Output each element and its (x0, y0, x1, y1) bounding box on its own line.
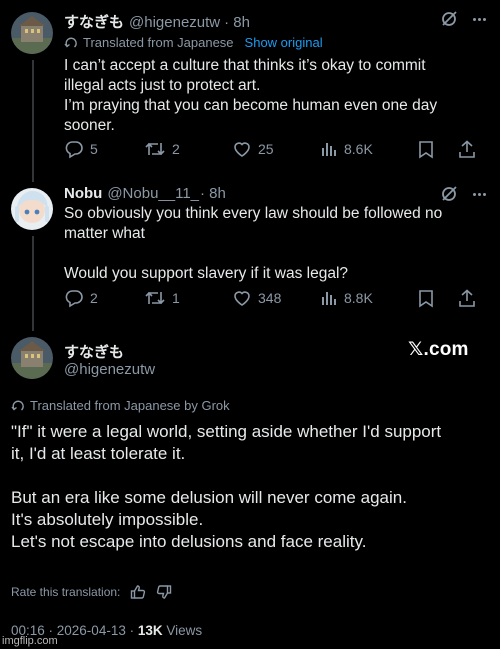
action-bar: 5 2 25 8.6K (64, 139, 484, 159)
grok-icon[interactable] (440, 10, 458, 28)
avatar[interactable] (11, 337, 53, 379)
post-body: I can’t accept a culture that thinks it’… (64, 56, 437, 136)
bookmark-button[interactable] (418, 289, 458, 308)
translate-icon (11, 400, 24, 411)
like-button[interactable]: 25 (232, 139, 320, 159)
thumbs-up-icon[interactable] (130, 584, 146, 600)
share-icon (459, 139, 475, 158)
post-header: すなぎも @higenezutw · 8h (64, 11, 250, 32)
reply-count: 2 (90, 290, 98, 306)
post-line: So obviously you think every law should … (64, 205, 443, 222)
action-bar: 2 1 348 8.8K (64, 288, 484, 308)
post-handle-row: @higenezutw (64, 361, 155, 378)
post-line: sooner. (64, 117, 115, 134)
views-count: 8.8K (344, 290, 373, 306)
views-icon (322, 292, 336, 305)
views-label: Views (162, 623, 203, 638)
repost-icon (145, 142, 165, 156)
views-icon (322, 143, 336, 156)
repost-count: 1 (172, 290, 180, 306)
handle[interactable]: @higenezutw (129, 14, 220, 31)
handle[interactable]: @Nobu__11_ (107, 185, 199, 202)
post-reply-nobu[interactable]: Nobu @Nobu__11_ · 8h So obviously you th… (0, 182, 500, 331)
show-original-link[interactable]: Show original (245, 35, 323, 50)
post-line (64, 244, 442, 264)
like-count: 25 (258, 141, 274, 157)
post-line: Would you support slavery if it was lega… (64, 265, 349, 282)
avatar[interactable] (11, 12, 53, 54)
post-line: Let's not escape into delusions and face… (11, 532, 367, 551)
post-header: Nobu @Nobu__11_ · 8h (64, 185, 226, 202)
view-count: 13K (137, 623, 163, 638)
views-button[interactable]: 8.6K (320, 140, 418, 158)
post-body: "If" it were a legal world, setting asid… (11, 421, 441, 553)
like-count: 348 (258, 290, 282, 306)
more-options-icon[interactable] (470, 185, 488, 203)
translation-notice: Translated from Japanese Show original (64, 35, 323, 50)
share-button[interactable] (458, 288, 476, 308)
post-reply-higenezutw[interactable]: すなぎも @higenezutw · 8h Translated from Ja… (0, 0, 500, 182)
post-line: But an era like some delusion will never… (11, 488, 407, 507)
views-count: 8.6K (344, 141, 373, 157)
views-button[interactable]: 8.8K (320, 289, 418, 307)
handle[interactable]: @higenezutw (64, 361, 155, 378)
share-button[interactable] (458, 139, 476, 159)
bookmark-icon (419, 289, 433, 307)
more-options-icon[interactable] (470, 10, 488, 28)
post-line (11, 465, 441, 487)
repost-button[interactable]: 2 (144, 139, 232, 159)
display-name[interactable]: Nobu (64, 185, 102, 202)
x-com-brand: 𝕏.com (408, 339, 469, 360)
bookmark-button[interactable] (418, 140, 458, 159)
like-button[interactable]: 348 (232, 288, 320, 308)
share-icon (459, 288, 475, 307)
post-body: So obviously you think every law should … (64, 204, 442, 284)
post-line: "If" it were a legal world, setting asid… (11, 422, 442, 441)
post-line: matter what (64, 225, 145, 242)
heart-icon (234, 291, 250, 306)
translate-icon (64, 37, 77, 48)
post-time[interactable]: · 8h (224, 14, 250, 31)
bookmark-icon (419, 140, 433, 158)
post-line: illegal acts just to protect art. (64, 77, 261, 94)
grok-icon[interactable] (440, 185, 458, 203)
reply-button[interactable]: 2 (64, 288, 144, 308)
reply-count: 5 (90, 141, 98, 157)
post-time[interactable]: · 8h (200, 185, 226, 202)
imgflip-watermark: imgflip.com (2, 635, 58, 647)
post-line: it, I'd at least tolerate it. (11, 444, 186, 463)
heart-icon (234, 142, 250, 157)
display-name[interactable]: すなぎも (64, 341, 124, 362)
post-line: I can’t accept a culture that thinks it’… (64, 57, 426, 74)
repost-button[interactable]: 1 (144, 288, 232, 308)
reply-icon (65, 141, 83, 159)
repost-count: 2 (172, 141, 180, 157)
reply-button[interactable]: 5 (64, 139, 144, 159)
rate-translation: Rate this translation: (11, 584, 172, 600)
thumbs-down-icon[interactable] (156, 584, 172, 600)
translated-label: Translated from Japanese by Grok (30, 398, 230, 413)
post-line: I’m praying that you can become human ev… (64, 97, 438, 114)
rate-label: Rate this translation: (11, 585, 121, 599)
reply-icon (65, 290, 83, 308)
post-header: すなぎも (64, 341, 124, 362)
post-line: It's absolutely impossible. (11, 510, 204, 529)
translated-label: Translated from Japanese (83, 35, 234, 50)
translation-notice: Translated from Japanese by Grok (11, 398, 230, 413)
display-name[interactable]: すなぎも (64, 11, 124, 32)
avatar[interactable] (11, 188, 53, 230)
repost-icon (145, 291, 165, 305)
